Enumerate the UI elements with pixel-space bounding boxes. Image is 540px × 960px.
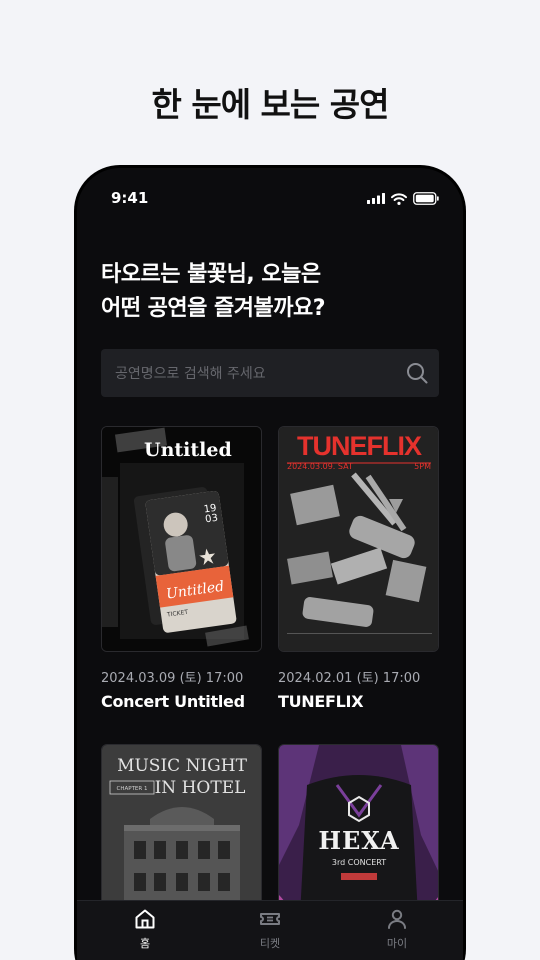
phone-frame: 9:41 타오르는 불꽃님, 오늘은 어떤 공연을 즐겨볼까요? 공연명으로 검… bbox=[74, 165, 466, 960]
card-title[interactable]: Concert Untitled bbox=[101, 692, 262, 711]
headline: 한 눈에 보는 공연 bbox=[151, 85, 390, 124]
concert-card[interactable]: 19 03 Untitled TICKET Untitled 2024.03.0… bbox=[101, 426, 262, 711]
tab-home[interactable]: 홈 bbox=[115, 907, 175, 951]
concert-card[interactable]: TUNEFLIX 2024.03.09. SAT 5PM 2024.02.01 … bbox=[278, 426, 439, 711]
tab-my[interactable]: 마이 bbox=[367, 907, 427, 951]
ticket-number-mid: 03 bbox=[205, 513, 219, 526]
tab-label: 마이 bbox=[386, 937, 408, 950]
card-date: 2024.02.01 (토) 17:00 bbox=[278, 671, 421, 686]
search-input[interactable] bbox=[113, 349, 397, 399]
poster-music-night-line1: MUSIC NIGHT bbox=[117, 756, 248, 776]
battery-icon bbox=[413, 192, 439, 205]
greeting: 타오르는 불꽃님, 오늘은 어떤 공연을 즐겨볼까요? bbox=[101, 258, 325, 326]
card-date: 2024.03.09 (토) 17:00 bbox=[101, 671, 244, 686]
concert-poster[interactable]: 19 03 Untitled TICKET Untitled bbox=[101, 426, 262, 652]
poster-music-night-line2: IN HOTEL bbox=[155, 778, 246, 798]
poster-hexa-subheading: 3rd CONCERT bbox=[332, 858, 386, 867]
status-bar: 9:41 bbox=[77, 186, 463, 210]
poster-tuneflix-art: TUNEFLIX 2024.03.09. SAT 5PM bbox=[279, 427, 438, 651]
ticket-icon bbox=[260, 913, 280, 925]
home-icon bbox=[135, 909, 155, 929]
card-title[interactable]: TUNEFLIX bbox=[278, 692, 439, 711]
tab-label: 홈 bbox=[139, 937, 151, 950]
wifi-icon bbox=[391, 192, 407, 205]
app-store-screenshot: 한 눈에 보는 공연 9:41 타오르는 불꽃님, 오늘은 어떤 공연을 즐겨볼… bbox=[0, 0, 540, 960]
tab-bar: 홈 티켓 마이 bbox=[77, 900, 463, 960]
status-time: 9:41 bbox=[111, 189, 149, 207]
search-bar[interactable] bbox=[101, 349, 439, 399]
poster-tuneflix-heading: TUNEFLIX bbox=[297, 431, 422, 461]
signal-icon bbox=[367, 193, 385, 204]
tab-ticket[interactable]: 티켓 bbox=[240, 907, 300, 951]
greeting-line-1: 타오르는 불꽃님, 오늘은 bbox=[101, 262, 321, 287]
tab-label: 티켓 bbox=[259, 937, 281, 950]
concert-poster[interactable]: TUNEFLIX 2024.03.09. SAT 5PM bbox=[278, 426, 439, 652]
phone-screen: 9:41 타오르는 불꽃님, 오늘은 어떤 공연을 즐겨볼까요? 공연명으로 검… bbox=[77, 168, 463, 960]
user-icon bbox=[388, 909, 406, 929]
status-icons bbox=[367, 192, 439, 205]
poster-untitled-art: 19 03 Untitled TICKET Untitled bbox=[102, 427, 261, 651]
greeting-line-2: 어떤 공연을 즐겨볼까요? bbox=[101, 296, 325, 321]
poster-music-night-badge: CHAPTER 1 bbox=[117, 786, 148, 792]
search-icon[interactable] bbox=[405, 361, 429, 385]
poster-hexa-heading: HEXA bbox=[318, 826, 399, 855]
poster-untitled-heading: Untitled bbox=[144, 439, 232, 461]
